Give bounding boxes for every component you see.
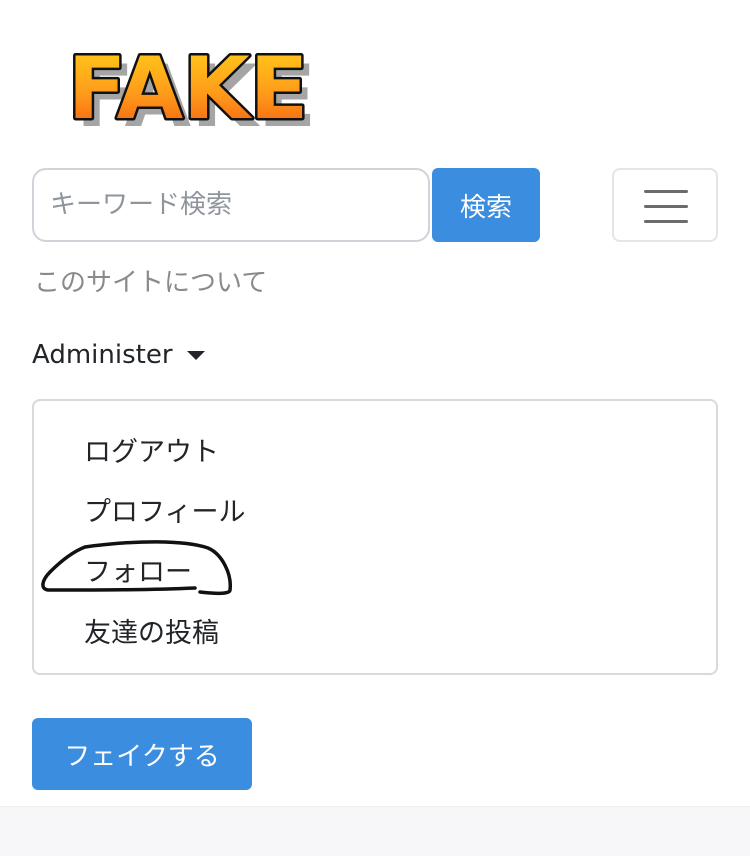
menu-item-friends-posts[interactable]: 友達の投稿 [84, 611, 219, 650]
administer-dropdown-menu: ログアウト プロフィール フォロー 友達の投稿 [32, 399, 718, 675]
menu-item-logout[interactable]: ログアウト [84, 430, 219, 469]
search-input[interactable] [32, 168, 430, 242]
fake-button[interactable]: フェイクする [32, 718, 252, 790]
caret-down-icon [186, 350, 205, 360]
svg-text:FAKE: FAKE [68, 39, 309, 139]
administer-label: Administer [32, 340, 173, 370]
about-site-link[interactable]: このサイトについて [34, 262, 267, 299]
administer-dropdown-toggle[interactable]: Administer [32, 340, 205, 370]
footer-band [0, 806, 750, 856]
hamburger-menu-button[interactable] [612, 168, 718, 242]
hand-drawn-circle-annotation [41, 540, 232, 596]
menu-item-profile[interactable]: プロフィール [84, 490, 245, 529]
search-button[interactable]: 検索 [432, 168, 540, 242]
fake-logo: FAKE FAKE [65, 37, 316, 142]
